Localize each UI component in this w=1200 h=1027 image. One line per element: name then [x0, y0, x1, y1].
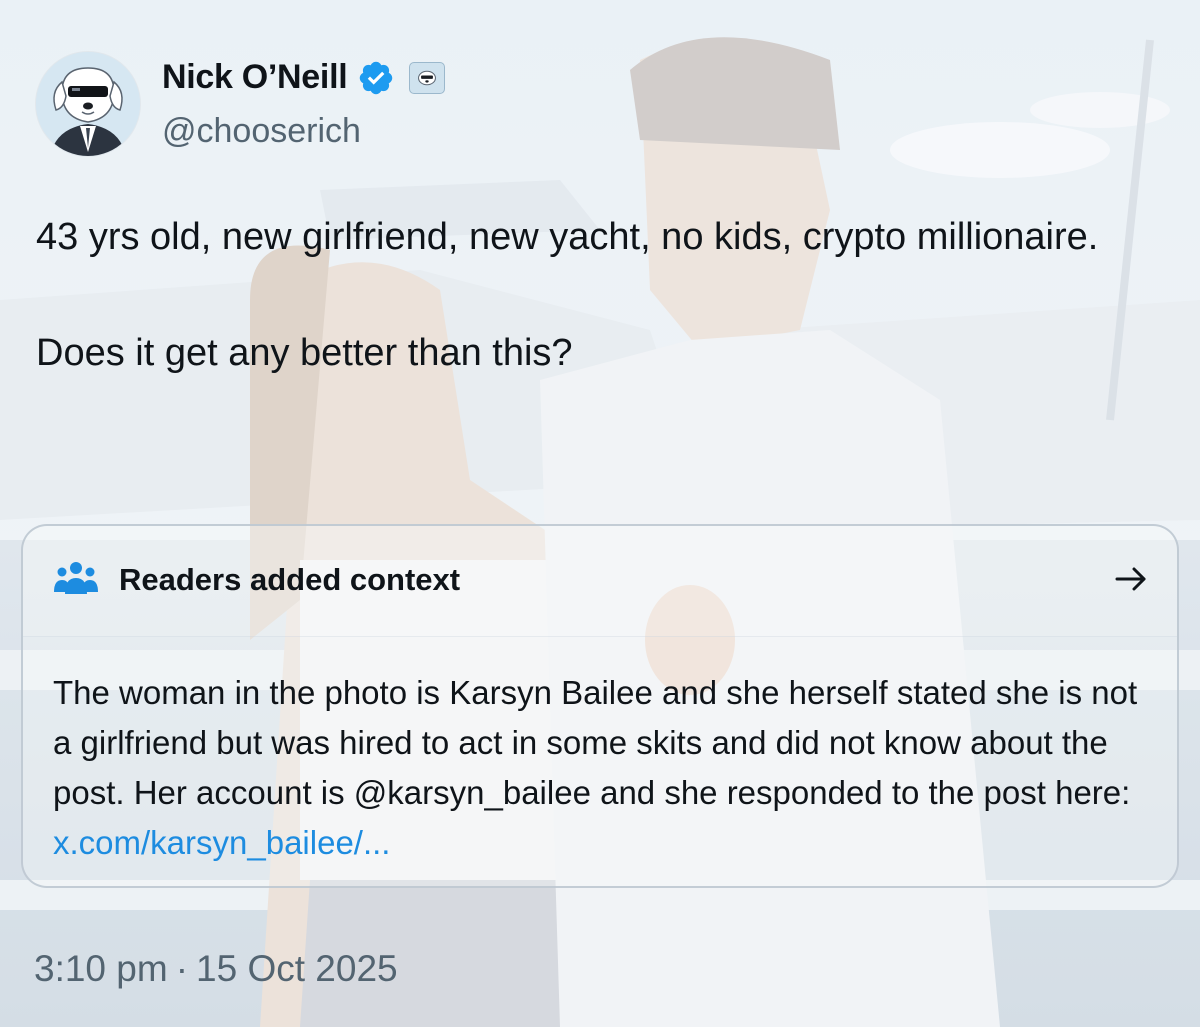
- verified-badge-icon: [357, 59, 395, 97]
- author-name-row: Nick O’Neill: [162, 58, 446, 97]
- community-note-link[interactable]: x.com/karsyn_bailee/...: [53, 824, 390, 861]
- community-note-body: The woman in the photo is Karsyn Bailee …: [53, 668, 1153, 868]
- timestamp-date: 15 Oct 2025: [196, 948, 398, 989]
- community-note[interactable]: Readers added context The woman in the p…: [21, 524, 1179, 888]
- people-group-icon: [53, 560, 99, 596]
- tweet-timestamp[interactable]: 3:10 pm · 15 Oct 2025: [34, 948, 398, 990]
- community-note-title: Readers added context: [119, 562, 461, 597]
- tweet-screenshot: Nick O’Neill @chooserich 43 yrs old, new…: [0, 0, 1200, 1027]
- timestamp-time: 3:10 pm: [34, 948, 168, 989]
- community-note-header[interactable]: Readers added context: [23, 526, 1177, 637]
- arrow-right-icon[interactable]: [1113, 562, 1149, 596]
- community-note-text: The woman in the photo is Karsyn Bailee …: [53, 674, 1138, 811]
- avatar[interactable]: [36, 52, 140, 156]
- tweet-text-line: 43 yrs old, new girlfriend, new yacht, n…: [36, 216, 1099, 258]
- timestamp-separator: ·: [175, 948, 189, 989]
- author-handle[interactable]: @chooserich: [162, 112, 361, 151]
- tweet-text-line: Does it get any better than this?: [36, 332, 573, 374]
- tweet-text: 43 yrs old, new girlfriend, new yacht, n…: [36, 208, 1156, 382]
- author-display-name[interactable]: Nick O’Neill: [162, 58, 348, 97]
- cartoon-dog-sunglasses-avatar: [36, 52, 140, 156]
- affiliate-badge-icon[interactable]: [409, 61, 446, 94]
